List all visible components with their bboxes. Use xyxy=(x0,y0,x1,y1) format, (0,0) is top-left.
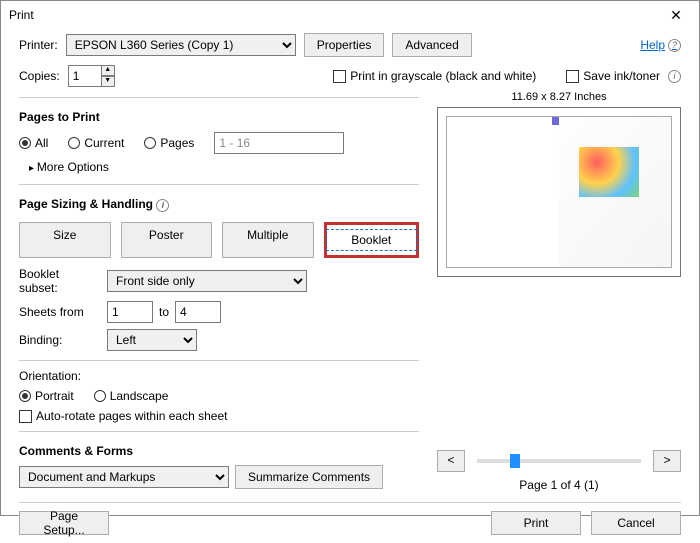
print-button[interactable]: Print xyxy=(491,511,581,535)
preview-page-left xyxy=(447,117,559,267)
prev-page-button[interactable]: < xyxy=(437,450,465,472)
pages-to-print-title: Pages to Print xyxy=(19,104,419,128)
comments-select[interactable]: Document and Markups xyxy=(19,466,229,488)
copies-label: Copies: xyxy=(19,69,60,83)
sheets-from-label: Sheets from xyxy=(19,305,101,319)
copies-down-button[interactable]: ▼ xyxy=(101,76,115,87)
radio-pages[interactable]: Pages xyxy=(144,136,194,150)
page-info: Page 1 of 4 (1) xyxy=(437,478,681,492)
booklet-subset-label: Booklet subset: xyxy=(19,267,101,295)
comments-title: Comments & Forms xyxy=(19,438,419,462)
help-link[interactable]: Help ? xyxy=(640,38,681,52)
autorotate-checkbox[interactable]: Auto-rotate pages within each sheet xyxy=(19,407,419,425)
preview-dimensions: 11.69 x 8.27 Inches xyxy=(437,91,681,103)
radio-landscape[interactable]: Landscape xyxy=(94,389,169,403)
grayscale-checkbox[interactable]: Print in grayscale (black and white) xyxy=(333,69,536,83)
printer-label: Printer: xyxy=(19,38,58,52)
preview-area xyxy=(437,107,681,277)
tab-size[interactable]: Size xyxy=(19,222,111,258)
checkbox-icon xyxy=(19,410,32,423)
binding-select[interactable]: Left xyxy=(107,329,197,351)
checkbox-icon xyxy=(333,70,346,83)
radio-current[interactable]: Current xyxy=(68,136,124,150)
next-page-button[interactable]: > xyxy=(653,450,681,472)
sheets-to-input[interactable] xyxy=(175,301,221,323)
summarize-button[interactable]: Summarize Comments xyxy=(235,465,383,489)
help-icon: ? xyxy=(668,39,681,52)
sizing-title: Page Sizing & Handling i xyxy=(19,191,419,216)
pages-range-input[interactable] xyxy=(214,132,344,154)
tab-multiple[interactable]: Multiple xyxy=(222,222,314,258)
zoom-slider[interactable] xyxy=(477,459,641,463)
checkbox-icon xyxy=(566,70,579,83)
slider-thumb[interactable] xyxy=(510,454,520,468)
sizing-tabs: Size Poster Multiple Booklet xyxy=(19,222,419,258)
info-icon[interactable]: i xyxy=(668,70,681,83)
tab-poster[interactable]: Poster xyxy=(121,222,213,258)
orientation-label: Orientation: xyxy=(19,367,419,385)
printer-select[interactable]: EPSON L360 Series (Copy 1) xyxy=(66,34,296,56)
left-panel: Pages to Print All Current Pages More Op… xyxy=(19,91,419,492)
radio-all[interactable]: All xyxy=(19,136,48,150)
info-icon[interactable]: i xyxy=(156,199,169,212)
cancel-button[interactable]: Cancel xyxy=(591,511,681,535)
page-setup-button[interactable]: Page Setup... xyxy=(19,511,109,535)
properties-button[interactable]: Properties xyxy=(304,33,385,57)
radio-portrait[interactable]: Portrait xyxy=(19,389,74,403)
booklet-subset-select[interactable]: Front side only xyxy=(107,270,307,292)
more-options-toggle[interactable]: More Options xyxy=(19,158,419,178)
preview-panel: 11.69 x 8.27 Inches < > Page 1 of 4 (1) xyxy=(437,91,681,492)
sheets-from-input[interactable] xyxy=(107,301,153,323)
tab-booklet[interactable]: Booklet xyxy=(324,222,420,258)
close-icon[interactable]: ✕ xyxy=(661,7,691,24)
preview-page-right xyxy=(559,117,671,267)
copies-up-button[interactable]: ▲ xyxy=(101,65,115,76)
printer-row: Printer: EPSON L360 Series (Copy 1) Prop… xyxy=(1,29,699,61)
preview-thumbnail-graphic xyxy=(579,147,639,197)
saveink-checkbox[interactable]: Save ink/toner xyxy=(566,69,660,83)
footer: Page Setup... Print Cancel xyxy=(1,503,699,543)
to-label: to xyxy=(159,305,169,319)
window-title: Print xyxy=(9,8,661,22)
copies-input[interactable] xyxy=(68,65,102,87)
advanced-button[interactable]: Advanced xyxy=(392,33,471,57)
copies-row: Copies: ▲ ▼ Print in grayscale (black an… xyxy=(1,61,699,91)
binding-label: Binding: xyxy=(19,333,101,347)
title-bar: Print ✕ xyxy=(1,1,699,29)
